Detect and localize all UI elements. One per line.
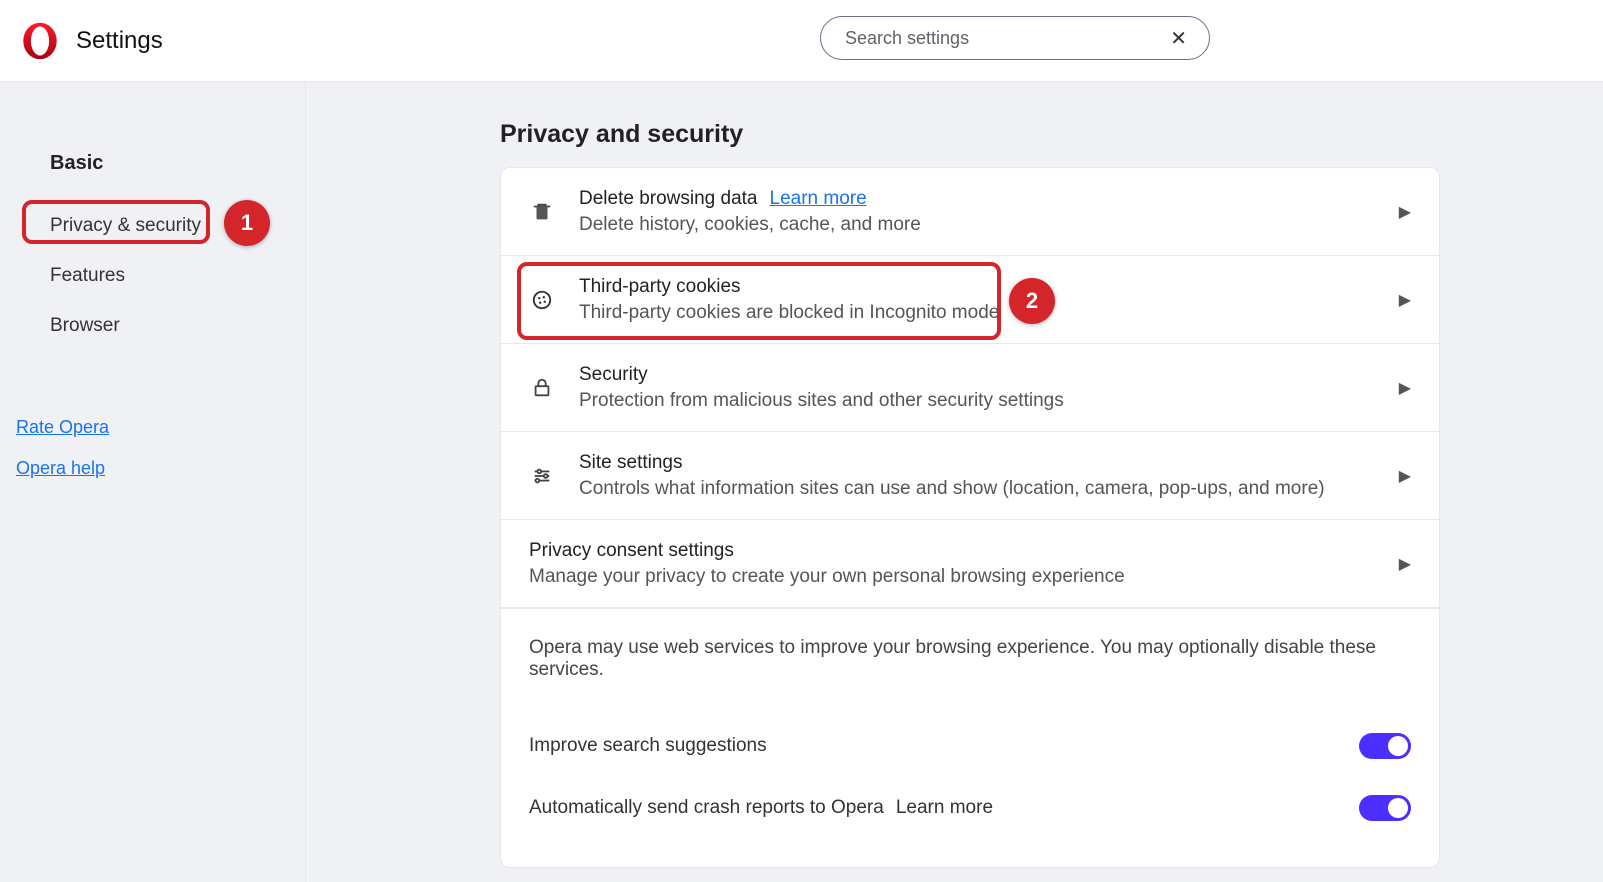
toggle-knob xyxy=(1388,798,1408,818)
chevron-right-icon: ▶ xyxy=(1399,466,1411,486)
opera-logo-icon xyxy=(20,21,60,61)
info-text: Opera may use web services to improve yo… xyxy=(529,637,1411,681)
row-desc: Delete history, cookies, cache, and more xyxy=(579,214,1399,236)
header: Settings ✕ xyxy=(0,0,1603,82)
row-privacy-consent[interactable]: Privacy consent settings Manage your pri… xyxy=(501,520,1439,608)
toggle-row-crash-reports: Automatically send crash reports to Oper… xyxy=(529,777,1411,839)
row-site-settings[interactable]: Site settings Controls what information … xyxy=(501,432,1439,520)
row-title: Delete browsing data xyxy=(579,188,758,210)
toggle-row-search-suggestions: Improve search suggestions xyxy=(529,715,1411,777)
toggle-search-suggestions[interactable] xyxy=(1359,733,1411,759)
sidebar-item-privacy-security[interactable]: Privacy & security xyxy=(14,201,291,251)
learn-more-link[interactable]: Learn more xyxy=(770,188,867,210)
sliders-icon xyxy=(529,463,555,489)
sidebar-item-label: Browser xyxy=(50,315,120,336)
chevron-right-icon: ▶ xyxy=(1399,290,1411,310)
lock-icon xyxy=(529,375,555,401)
row-desc: Third-party cookies are blocked in Incog… xyxy=(579,302,1399,324)
chevron-right-icon: ▶ xyxy=(1399,554,1411,574)
toggle-label: Automatically send crash reports to Oper… xyxy=(529,797,884,819)
chevron-right-icon: ▶ xyxy=(1399,378,1411,398)
sidebar-item-browser[interactable]: Browser xyxy=(14,301,291,351)
panel-privacy: Delete browsing data Learn more Delete h… xyxy=(500,167,1440,868)
info-block: Opera may use web services to improve yo… xyxy=(501,608,1439,867)
learn-more-link[interactable]: Learn more xyxy=(896,797,993,819)
sidebar-item-features[interactable]: Features xyxy=(14,251,291,301)
sidebar-link-opera-help[interactable]: Opera help xyxy=(14,448,109,489)
row-desc: Controls what information sites can use … xyxy=(579,478,1399,500)
clear-search-icon[interactable]: ✕ xyxy=(1164,22,1193,55)
row-security[interactable]: Security Protection from malicious sites… xyxy=(501,344,1439,432)
trash-icon xyxy=(529,199,555,225)
row-desc: Manage your privacy to create your own p… xyxy=(529,566,1399,588)
search-input[interactable] xyxy=(845,28,1164,49)
cookie-icon xyxy=(529,287,555,313)
row-third-party-cookies[interactable]: Third-party cookies Third-party cookies … xyxy=(501,256,1439,344)
page-title: Settings xyxy=(76,27,163,55)
row-delete-browsing-data[interactable]: Delete browsing data Learn more Delete h… xyxy=(501,168,1439,256)
sidebar-heading: Basic xyxy=(14,152,291,201)
section-title: Privacy and security xyxy=(500,120,1440,149)
main: Privacy and security Delete browsing dat… xyxy=(306,82,1603,882)
row-desc: Protection from malicious sites and othe… xyxy=(579,390,1399,412)
toggle-crash-reports[interactable] xyxy=(1359,795,1411,821)
row-title: Third-party cookies xyxy=(579,276,741,298)
toggle-knob xyxy=(1388,736,1408,756)
sidebar: Basic Privacy & security Features Browse… xyxy=(0,82,306,882)
row-title: Security xyxy=(579,364,648,386)
sidebar-item-label: Privacy & security xyxy=(50,215,201,236)
sidebar-item-label: Features xyxy=(50,265,125,286)
row-title: Privacy consent settings xyxy=(529,540,734,562)
toggle-label: Improve search suggestions xyxy=(529,735,767,757)
sidebar-link-rate-opera[interactable]: Rate Opera xyxy=(14,407,109,448)
chevron-right-icon: ▶ xyxy=(1399,202,1411,222)
search-box[interactable]: ✕ xyxy=(820,16,1210,60)
row-title: Site settings xyxy=(579,452,683,474)
